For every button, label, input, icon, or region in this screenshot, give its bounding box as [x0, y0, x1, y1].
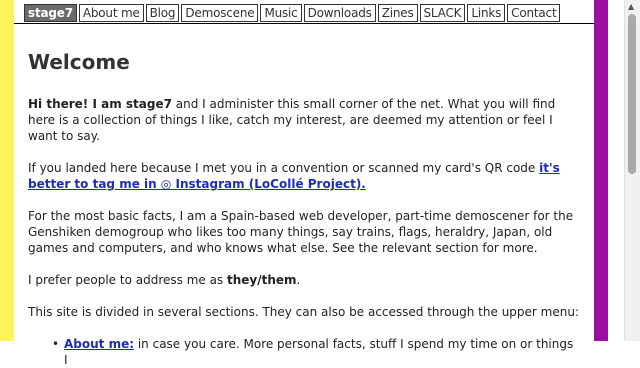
intro-greeting: Hi there! I am stage7 [28, 97, 172, 111]
tab-about-me[interactable]: About me [78, 4, 144, 22]
sections-intro: This site is divided in several sections… [28, 305, 579, 319]
tab-links[interactable]: Links [467, 4, 506, 22]
scrollbar-thumb[interactable] [628, 14, 636, 174]
left-color-stripe [0, 0, 14, 341]
pronoun-post: . [296, 273, 301, 287]
tab-contact[interactable]: Contact [507, 4, 561, 22]
right-color-stripe [594, 0, 608, 341]
tab-slack[interactable]: SLACK [419, 4, 466, 22]
page-margin [608, 0, 624, 341]
qr-paragraph: If you landed here because I met you in … [28, 160, 580, 192]
instagram-link-post: Instagram (LoCollé Project). [171, 177, 366, 191]
pronoun-paragraph: I prefer people to address me as they/th… [28, 272, 580, 288]
bullet-icon: • [52, 337, 60, 351]
main-content: Welcome Hi there! I am stage7 and I admi… [14, 24, 594, 367]
scroll-up-arrow-icon[interactable]: ▲ [628, 2, 634, 12]
tab-blog[interactable]: Blog [145, 4, 180, 22]
about-me-link[interactable]: About me: [64, 337, 134, 351]
tab-music[interactable]: Music [260, 4, 302, 22]
nav-tabs: stage7 About me Blog Demoscene Music Dow… [24, 4, 561, 22]
list-item-text: in case you care. More personal facts, s… [64, 337, 574, 367]
qr-text: If you landed here because I met you in … [28, 161, 540, 175]
tab-stage7[interactable]: stage7 [24, 4, 77, 22]
top-navigation: stage7 About me Blog Demoscene Music Dow… [14, 0, 594, 24]
tab-zines[interactable]: Zines [377, 4, 418, 22]
intro-paragraph: Hi there! I am stage7 and I administer t… [28, 96, 580, 144]
pronoun-pre: I prefer people to address me as [28, 273, 227, 287]
page-title: Welcome [28, 50, 130, 74]
facts-paragraph: For the most basic facts, I am a Spain-b… [28, 209, 574, 255]
tab-downloads[interactable]: Downloads [303, 4, 376, 22]
pronoun-value: they/them [227, 273, 297, 287]
tab-demoscene[interactable]: Demoscene [181, 4, 259, 22]
instagram-icon: ◎ [160, 177, 172, 191]
